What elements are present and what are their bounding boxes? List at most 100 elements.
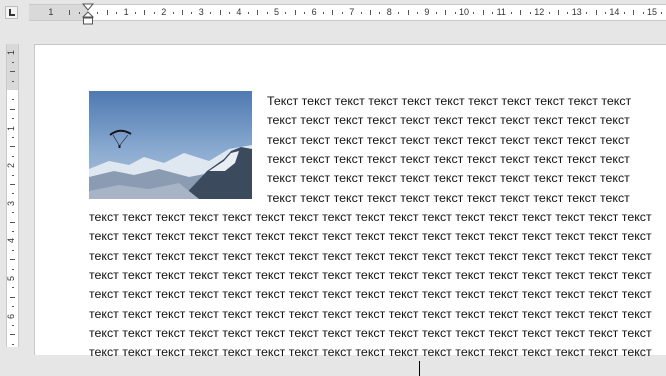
left-indent-marker[interactable] — [83, 17, 93, 25]
text-line[interactable]: текст текст текст текст текст текст текс… — [267, 191, 630, 206]
ruler-tick — [341, 11, 343, 14]
ruler-tick — [511, 11, 512, 14]
ruler-number: 14 — [609, 7, 620, 17]
ruler-tick — [135, 11, 136, 14]
ruler-tick — [623, 11, 625, 14]
ruler-number: 1 — [6, 50, 17, 56]
ruler-tick — [106, 10, 108, 15]
ruler-number: 7 — [349, 7, 355, 17]
text-line[interactable]: текст текст текст текст текст текст текс… — [89, 287, 652, 302]
ruler-tick — [398, 11, 400, 14]
ruler-tick — [247, 11, 249, 14]
ruler-tick — [520, 10, 522, 15]
text-line[interactable]: текст текст текст текст текст текст текс… — [267, 152, 630, 167]
ruler-number: 5 — [274, 7, 280, 17]
ruler-tick — [229, 11, 230, 14]
ruler-tick — [11, 118, 14, 120]
ruler-tick — [11, 306, 14, 308]
ruler-tick — [257, 10, 259, 15]
vertical-ruler[interactable]: 1 1 2 3 4 5 6 — [6, 44, 19, 347]
text-line[interactable]: текст текст текст текст текст текст текс… — [89, 249, 652, 264]
ruler-tick — [417, 11, 418, 14]
ruler-tick — [482, 10, 484, 15]
ruler-number: 9 — [424, 7, 430, 17]
ruler-number: 12 — [534, 7, 545, 17]
ruler-number: 2 — [6, 163, 17, 169]
ruler-tick — [182, 10, 183, 15]
ruler-tick — [10, 296, 15, 298]
ruler-number: 1 — [6, 125, 17, 131]
first-line-indent-marker[interactable] — [82, 3, 94, 11]
ruler-number: 4 — [6, 238, 17, 244]
horizontal-ruler[interactable]: 1 1 2 3 4 5 6 7 8 9 10 11 12 13 14 15 — [29, 4, 666, 21]
ruler-tick — [529, 11, 531, 14]
ruler-tick — [379, 11, 381, 14]
ruler-tick — [473, 11, 475, 14]
ruler-tick — [191, 11, 193, 14]
ruler-tick — [10, 334, 15, 336]
ruler-tick — [304, 11, 306, 14]
text-cursor — [419, 361, 420, 376]
text-line[interactable]: Текст текст текст текст текст текст текс… — [267, 94, 631, 109]
ruler-tick — [11, 80, 14, 82]
ruler-tick — [153, 11, 155, 14]
ruler-tick — [360, 11, 362, 14]
text-line[interactable]: текст текст текст текст текст текст текс… — [89, 210, 652, 225]
text-line[interactable]: текст текст текст текст текст текст текс… — [89, 345, 652, 360]
paraglider-mountains-image[interactable] — [89, 91, 252, 199]
ruler-number: 3 — [198, 7, 204, 17]
ruler-number: 11 — [496, 7, 506, 17]
ruler-tick — [558, 10, 559, 15]
ruler-number: 3 — [6, 200, 17, 206]
ruler-tick — [586, 11, 588, 14]
ruler-tick — [567, 11, 569, 14]
ruler-tick — [69, 10, 71, 15]
ruler-tick — [332, 10, 334, 15]
ruler-tick — [370, 10, 371, 15]
ruler-number: 1 — [123, 7, 129, 17]
text-line[interactable]: текст текст текст текст текст текст текс… — [89, 307, 652, 322]
ruler-tick — [492, 11, 494, 14]
ruler-tick — [11, 137, 14, 138]
text-line[interactable]: текст текст текст текст текст текст текс… — [267, 171, 630, 186]
ruler-tick — [172, 11, 174, 14]
ruler-number: 8 — [386, 7, 392, 17]
ruler-number: 1 — [48, 7, 54, 17]
ruler-number: 13 — [571, 7, 582, 17]
ruler-tick — [10, 71, 15, 73]
ruler-tick — [11, 155, 14, 157]
ruler-tick — [661, 11, 663, 14]
ruler-number: 4 — [236, 7, 242, 17]
ruler-tick — [323, 11, 324, 14]
ruler-number: 6 — [311, 7, 317, 17]
ruler-tick — [144, 10, 146, 15]
ruler-tick — [595, 10, 597, 15]
ruler-tick — [10, 108, 15, 110]
ruler-tick — [11, 174, 14, 176]
ruler-tick — [11, 268, 14, 270]
text-line[interactable]: текст текст текст текст текст текст текс… — [89, 229, 652, 244]
ruler-tick — [11, 61, 14, 63]
hanging-indent-marker[interactable] — [82, 11, 94, 18]
ruler-tick — [454, 11, 456, 14]
ruler-tick — [116, 11, 118, 14]
ruler-tick — [407, 10, 409, 15]
ruler-tick — [11, 193, 14, 195]
ruler-tick — [633, 10, 635, 15]
ruler-tick — [11, 249, 14, 251]
text-line[interactable]: текст текст текст текст текст текст текс… — [267, 133, 630, 148]
text-line[interactable]: текст текст текст текст текст текст текс… — [89, 326, 652, 341]
tab-stop-selector[interactable] — [5, 6, 18, 19]
ruler-tick — [11, 231, 14, 232]
document-page[interactable]: Текст текст текст текст текст текст текс… — [34, 44, 666, 376]
indent-markers[interactable] — [82, 2, 94, 26]
ruler-tick — [294, 10, 296, 15]
text-line[interactable]: текст текст текст текст текст текст текс… — [89, 268, 652, 283]
text-line[interactable]: текст текст текст текст текст текст текс… — [267, 113, 630, 128]
ruler-tick — [10, 184, 15, 185]
ruler-tick — [548, 11, 550, 14]
ruler-tick — [10, 259, 15, 261]
ruler-tick — [219, 10, 221, 15]
ruler-number: 6 — [6, 313, 17, 319]
ruler-tick — [11, 212, 14, 214]
